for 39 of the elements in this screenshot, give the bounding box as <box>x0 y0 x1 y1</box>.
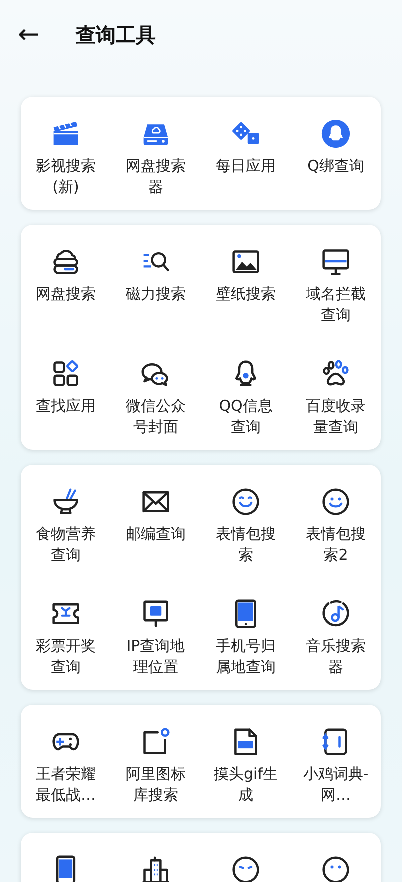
tool-item[interactable]: 表情包搜索 <box>201 487 291 566</box>
tool-item[interactable]: 微信公众号封面 <box>111 359 201 438</box>
tool-item[interactable]: 网盘搜索器 <box>111 119 201 198</box>
tool-item[interactable]: 小鸡词典-网… <box>291 727 381 806</box>
square-dot-icon <box>141 727 171 757</box>
tool-item[interactable]: 壁纸搜索 <box>201 247 291 305</box>
tool-item[interactable]: 域名拦截查询 <box>291 247 381 326</box>
tool-item[interactable]: 影视搜索(新) <box>21 119 111 198</box>
tool-item[interactable]: 手机号归属地查询 <box>201 599 291 678</box>
tool-item[interactable]: 阿里图标库搜索 <box>111 727 201 806</box>
tool-item[interactable]: 彩票开奖查询 <box>21 599 111 678</box>
monitor-icon <box>321 247 351 277</box>
back-button[interactable]: ← <box>12 22 46 48</box>
tool-item[interactable]: 磁力搜索 <box>111 247 201 305</box>
signboard-icon <box>141 599 171 629</box>
smiley-icon <box>321 487 351 517</box>
tool-item[interactable]: 音乐搜索器 <box>291 599 381 678</box>
tool-item[interactable]: 百度收录量查询 <box>291 359 381 438</box>
tool-item[interactable]: QQ信息查询 <box>201 359 291 438</box>
tool-item[interactable]: 网盘搜索 <box>21 247 111 305</box>
building-icon <box>141 855 171 882</box>
music-disc-icon <box>321 599 351 629</box>
tool-item[interactable]: 表情包搜索2 <box>291 487 381 566</box>
face-icon <box>231 855 261 882</box>
tool-item[interactable]: 食物营养查询 <box>21 487 111 566</box>
tool-item[interactable]: IP查询地理位置 <box>111 599 201 678</box>
tool-item[interactable]: 每日应用 <box>201 119 291 177</box>
tool-item[interactable]: Q绑查询 <box>291 119 381 177</box>
apps-icon <box>51 359 81 389</box>
cloud-drive-icon <box>51 247 81 277</box>
smiley-icon <box>231 487 261 517</box>
tool-item[interactable]: 摸头gif生成 <box>201 727 291 806</box>
penguin-icon <box>321 119 351 149</box>
tool-item[interactable]: 查找应用 <box>21 359 111 417</box>
tool-item[interactable]: 邮编查询 <box>111 487 201 545</box>
smiley-icon <box>321 855 351 882</box>
page-title: 查询工具 <box>76 22 156 48</box>
bowl-icon <box>51 487 81 517</box>
tool-item[interactable]: 王者荣耀最低战… <box>21 727 111 806</box>
